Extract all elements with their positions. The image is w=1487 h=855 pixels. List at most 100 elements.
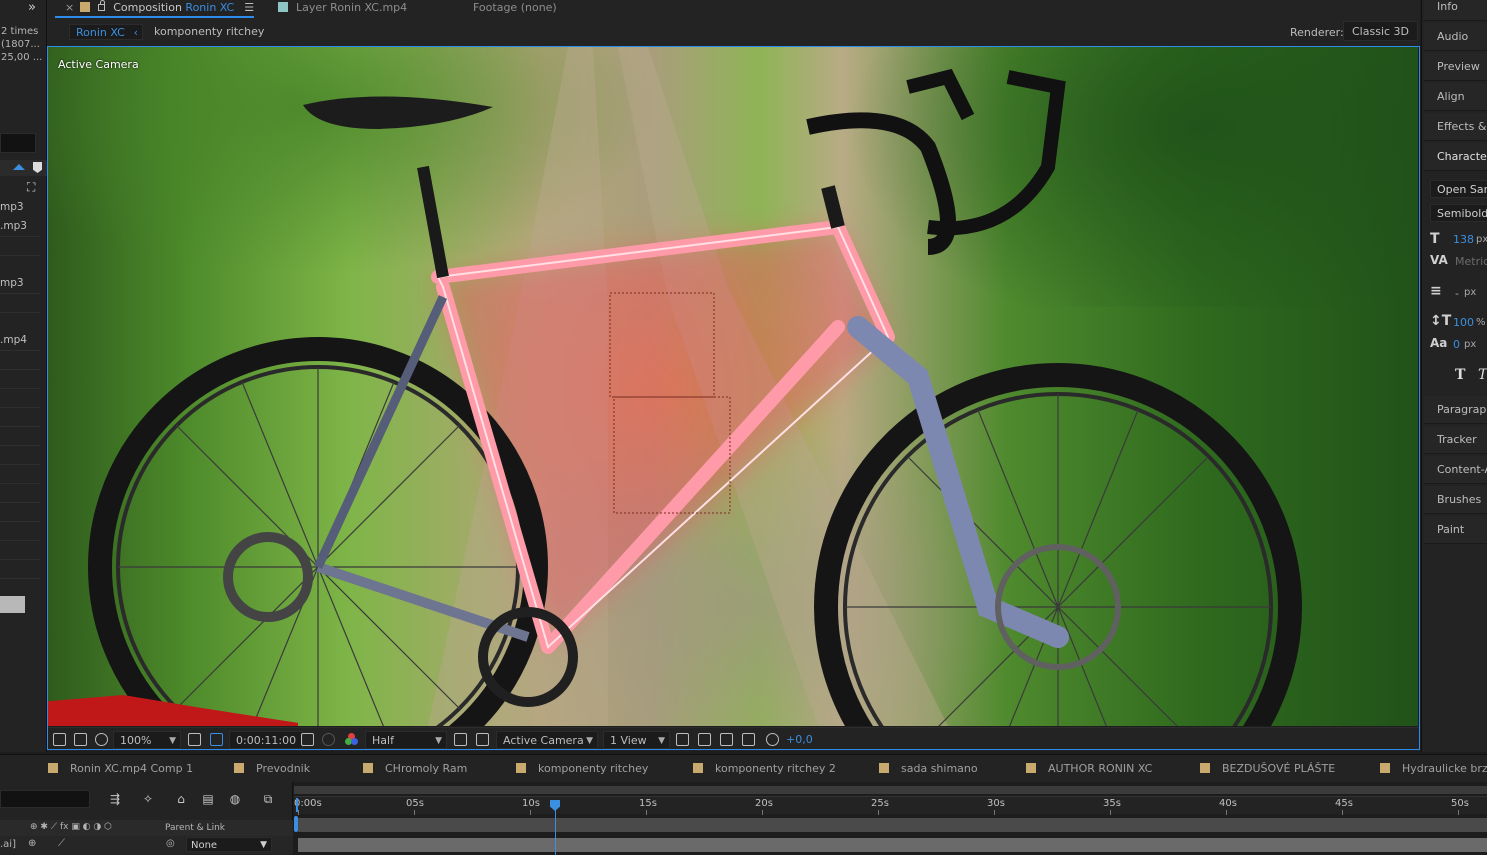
fast-previews-icon[interactable] [698, 733, 711, 746]
breadcrumb-current-comp[interactable]: Ronin XC ‹ [69, 24, 143, 40]
region-of-interest-icon[interactable] [454, 733, 467, 746]
project-item[interactable]: .mp3 [0, 220, 40, 232]
tab-footage[interactable]: Footage (none) [473, 0, 557, 18]
project-item[interactable]: mp3 [0, 277, 40, 289]
shy-layers-icon[interactable]: ⌂ [174, 792, 188, 806]
timeline-tab[interactable]: AUTHOR RONIN XC [1026, 762, 1152, 775]
renderer-button[interactable]: Classic 3D [1343, 21, 1419, 41]
timeline-area[interactable]: 0:00s 05s 10s 15s 20s 25s 30s 35s 40s 45… [294, 782, 1487, 855]
view-layout-select[interactable]: 1 View ▼ [603, 731, 670, 749]
project-search-input[interactable] [0, 133, 36, 153]
ruler-label: 50s [1451, 798, 1469, 809]
project-item[interactable]: mp3 [0, 201, 40, 213]
toggle-transparency-icon[interactable] [476, 733, 489, 746]
timeline-layer-panel: ⇶ ✧ ⌂ ▤ ◍ ⧉ ⊕ ✱ ⟋ fx ▣ ◐ ◑ ⬡ Parent & Li… [0, 782, 293, 855]
motion-blur-icon[interactable]: ◍ [228, 792, 242, 806]
tab-composition[interactable]: × Composition Ronin XC ☰ [55, 0, 255, 18]
panel-info[interactable]: Info [1424, 0, 1487, 21]
baseline-shift-value[interactable]: 0 [1453, 338, 1460, 351]
resolution-select[interactable]: Half ▼ [365, 731, 447, 749]
ruler-label: 45s [1335, 798, 1353, 809]
lock-icon[interactable] [98, 0, 106, 11]
composition-mini-flowchart-icon[interactable]: ⇶ [108, 792, 122, 806]
panel-effects-presets[interactable]: Effects & Presets [1424, 113, 1487, 141]
quality-switch-icon[interactable]: ⟋ [58, 838, 65, 849]
layer-name-fragment: .ai] [0, 839, 16, 850]
font-family-select[interactable]: Open Sans [1430, 180, 1487, 198]
timeline-tab[interactable]: Hydraulicke brzdy [1380, 762, 1487, 775]
chevron-down-icon: ▼ [169, 736, 176, 746]
font-size-value[interactable]: 138 [1453, 233, 1474, 246]
panel-character[interactable]: Character [1424, 143, 1487, 171]
sort-ascending-icon[interactable] [13, 164, 25, 170]
timeline-tab[interactable]: sada shimano [879, 762, 978, 775]
layer-in-point-handle[interactable] [294, 816, 298, 832]
work-area-start-handle[interactable] [296, 798, 298, 812]
draft-3d-icon[interactable]: ✧ [141, 792, 155, 806]
panel-audio[interactable]: Audio [1424, 23, 1487, 51]
timeline-tab[interactable]: BEZDUŠOVÉ PLÁŠTE [1200, 762, 1335, 775]
flowchart-icon[interactable]: ⛶ [27, 180, 35, 195]
timeline-layer-row[interactable]: .ai] ⊕ ⟋ ◎ None ▼ [0, 836, 293, 854]
panel-paragraph[interactable]: Paragraph [1424, 396, 1487, 424]
tab-layer[interactable]: Layer Ronin XC.mp4 [272, 0, 407, 18]
layer-duration-bar[interactable] [298, 818, 1487, 832]
timeline-tab[interactable]: Prevodnik [234, 762, 310, 775]
panel-preview[interactable]: Preview [1424, 53, 1487, 81]
parent-link-header: Parent & Link [165, 823, 225, 833]
zoom-select[interactable]: 100% ▼ [113, 731, 181, 749]
camera-view-select[interactable]: Active Camera ▼ [496, 731, 598, 749]
breadcrumb-comp[interactable]: komponenty ritchey [154, 24, 264, 40]
font-style-select[interactable]: Semibold [1430, 204, 1487, 222]
panel-menu-icon[interactable]: ☰ [244, 1, 254, 14]
pick-whip-icon[interactable]: ◎ [166, 838, 175, 849]
timeline-tab[interactable]: komponenty ritchey [516, 762, 648, 775]
reset-exposure-icon[interactable] [766, 733, 779, 746]
panel-brushes[interactable]: Brushes [1424, 486, 1487, 514]
leading-value[interactable]: - [1455, 287, 1459, 300]
timeline-column-header: ⊕ ✱ ⟋ fx ▣ ◐ ◑ ⬡ Parent & Link [0, 820, 293, 836]
timeline-tab[interactable]: Ronin XC.mp4 Comp 1 [48, 762, 193, 775]
kerning-value[interactable]: Metrics [1455, 255, 1487, 268]
graph-editor-icon[interactable]: ⧉ [261, 792, 275, 806]
vertical-scale-value[interactable]: 100 [1453, 316, 1474, 329]
color-channels-icon[interactable] [345, 733, 358, 746]
panel-tracker[interactable]: Tracker [1424, 426, 1487, 454]
right-panel: Info Audio Preview Align Effects & Prese… [1421, 0, 1487, 752]
timeline-icon[interactable] [720, 733, 733, 746]
grid-guides-icon[interactable] [188, 733, 201, 746]
chevron-down-icon: ▼ [586, 736, 593, 746]
snapshot-camera-icon[interactable] [301, 733, 314, 746]
timeline-tab[interactable]: CHromoly Ram [363, 762, 467, 775]
pixel-aspect-icon[interactable] [676, 733, 689, 746]
panel-content-aware-fill[interactable]: Content-Aware Fill [1424, 456, 1487, 484]
close-icon[interactable]: × [65, 1, 74, 14]
expand-panels-icon[interactable]: » [28, 0, 36, 15]
ruler-label: 10s [522, 798, 540, 809]
italic-style-icon[interactable]: T [1478, 367, 1487, 383]
time-ruler[interactable]: 0:00s 05s 10s 15s 20s 25s 30s 35s 40s 45… [294, 796, 1487, 815]
tab-composition-name: Ronin XC [185, 1, 235, 14]
exposure-value[interactable]: +0,0 [786, 731, 813, 749]
project-item-selected[interactable] [0, 596, 25, 613]
current-time-display[interactable]: 0:00:11:00 [229, 731, 304, 749]
layer-switch-icon[interactable]: ⊕ [28, 838, 36, 849]
bold-style-icon[interactable]: T [1455, 367, 1465, 383]
frame-blending-icon[interactable]: ▤ [201, 792, 215, 806]
flowchart-icon[interactable] [742, 733, 755, 746]
timeline-search-input[interactable] [0, 790, 90, 808]
layer-duration-bar[interactable] [298, 838, 1487, 852]
project-item[interactable]: .mp4 [0, 334, 40, 346]
show-snapshot-icon[interactable] [322, 733, 335, 746]
panel-paint[interactable]: Paint [1424, 516, 1487, 544]
monitor-icon[interactable] [74, 733, 87, 746]
composition-canvas[interactable]: Active Camera [48, 47, 1418, 726]
ruler-label: 35s [1103, 798, 1121, 809]
timeline-tab[interactable]: komponenty ritchey 2 [693, 762, 836, 775]
always-preview-icon[interactable] [53, 733, 66, 746]
transparency-grid-icon[interactable] [210, 733, 223, 746]
panel-align[interactable]: Align [1424, 83, 1487, 111]
mask-visibility-icon[interactable] [95, 733, 108, 746]
work-area-bar[interactable] [294, 786, 1487, 794]
parent-select[interactable]: None ▼ [186, 837, 272, 852]
